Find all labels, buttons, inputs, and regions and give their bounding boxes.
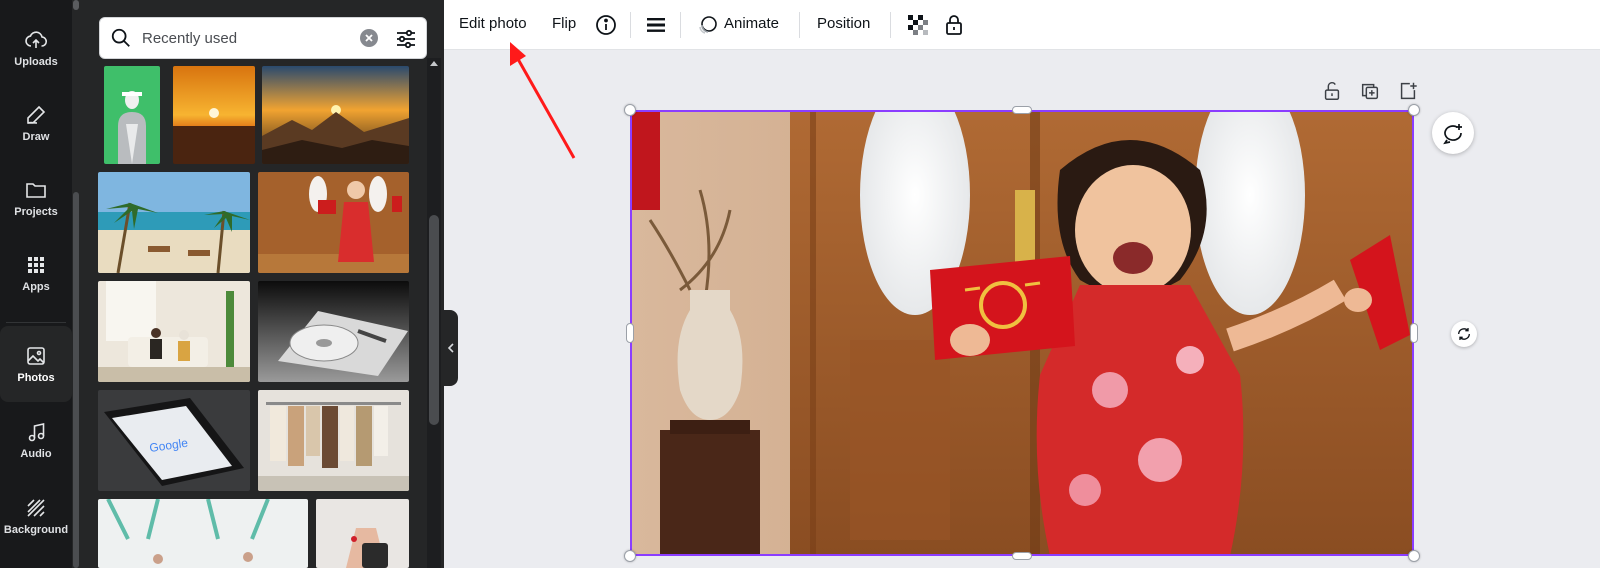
sidebar-item-audio[interactable]: Audio [0, 402, 72, 478]
context-toolbar: Edit photo Flip Animate Position [444, 0, 1600, 50]
sidebar-item-background[interactable]: Background [0, 478, 72, 554]
toolbar-divider [680, 12, 681, 38]
resize-handle-right[interactable] [1410, 323, 1418, 343]
rail-scrollbar[interactable] [73, 192, 79, 568]
photo-thumbnail-clothing-rack[interactable] [258, 390, 409, 491]
resize-handle-top-right[interactable] [1408, 104, 1420, 116]
animate-button[interactable]: Animate [724, 15, 779, 32]
sidebar-item-label: Draw [22, 131, 50, 143]
resize-handle-bottom[interactable] [1012, 552, 1032, 560]
add-comment-button[interactable] [1432, 112, 1474, 154]
pen-icon [27, 105, 46, 124]
duplicate-icon[interactable] [1359, 80, 1381, 102]
transparency-icon[interactable] [906, 13, 930, 37]
photo-thumbnail-fitness-class[interactable] [98, 499, 308, 568]
sidebar-item-label: Projects [14, 206, 58, 218]
resize-handle-top[interactable] [1012, 106, 1032, 114]
sidebar-item-label: Audio [20, 448, 52, 460]
toolbar-divider [799, 12, 800, 38]
toolbar-divider [890, 12, 891, 38]
photo-thumbnail-living-room[interactable] [98, 281, 250, 382]
photo-thumbnail-hands-phone[interactable] [316, 499, 409, 568]
sidebar-item-uploads[interactable]: Uploads [0, 10, 72, 86]
search-icon [111, 28, 130, 47]
photos-panel: Google [72, 0, 444, 568]
search-input[interactable] [140, 27, 340, 49]
rail-scrollbar-top [73, 0, 79, 10]
sidebar-item-projects[interactable]: Projects [0, 160, 72, 236]
sidebar-item-photos[interactable]: Photos [0, 326, 72, 402]
photo-thumbnail-greenscreen[interactable] [104, 66, 160, 164]
photo-thumbnail-phone-google[interactable]: Google [98, 390, 250, 491]
add-page-icon[interactable] [1397, 80, 1419, 102]
photo-thumbnail-mountains[interactable] [262, 66, 409, 164]
resize-handle-bottom-right[interactable] [1408, 550, 1420, 562]
photo-thumbnail-beach[interactable] [98, 172, 250, 273]
folder-icon [26, 183, 46, 198]
resize-handle-top-left[interactable] [624, 104, 636, 116]
cloud-upload-icon [25, 31, 48, 48]
filter-settings-icon[interactable] [394, 27, 418, 51]
rotate-icon [1458, 328, 1470, 340]
stripes-icon [27, 499, 45, 517]
image-icon [27, 347, 45, 365]
comment-plus-icon [1443, 124, 1462, 145]
photo-thumbnail-hard-drive[interactable] [258, 281, 409, 382]
sidebar-item-label: Apps [22, 281, 50, 293]
left-rail: Uploads Draw Projects Apps Photos Audio … [0, 0, 72, 568]
sidebar-item-draw[interactable]: Draw [0, 85, 72, 161]
music-note-icon [28, 423, 45, 442]
sidebar-item-label: Photos [17, 372, 55, 384]
panel-scrollbar-thumb[interactable] [429, 215, 439, 425]
photo-thumbnail-sunset[interactable] [173, 66, 255, 164]
toolbar-divider [630, 12, 631, 38]
photo-thumbnail-girl-red-envelope[interactable] [258, 172, 409, 273]
divider [6, 322, 66, 323]
resize-handle-left[interactable] [626, 323, 634, 343]
search-box [99, 17, 427, 59]
clear-search-icon[interactable] [360, 29, 378, 47]
border-style-icon[interactable] [644, 13, 668, 37]
edit-photo-button[interactable]: Edit photo [459, 15, 527, 32]
flip-button[interactable]: Flip [552, 15, 576, 32]
sidebar-item-label: Uploads [14, 56, 58, 68]
rotate-button[interactable] [1451, 321, 1477, 347]
sidebar-item-label: Background [3, 524, 69, 536]
unlock-icon[interactable] [1321, 80, 1343, 102]
selected-photo[interactable] [630, 110, 1414, 556]
position-button[interactable]: Position [817, 15, 870, 32]
grid-icon [28, 257, 44, 273]
info-icon[interactable] [594, 13, 618, 37]
sidebar-item-apps[interactable]: Apps [0, 235, 72, 311]
lock-icon[interactable] [942, 13, 966, 37]
scroll-up-arrow-icon[interactable] [428, 58, 440, 68]
animate-icon[interactable] [696, 13, 720, 37]
resize-handle-bottom-left[interactable] [624, 550, 636, 562]
